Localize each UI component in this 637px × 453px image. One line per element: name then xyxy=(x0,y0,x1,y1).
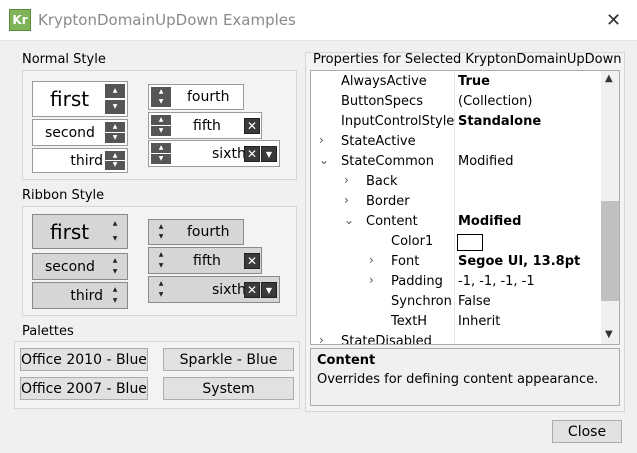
updown-value: second xyxy=(45,124,95,141)
property-grid[interactable]: AlwaysActive True ButtonSpecs (Collection)… xyxy=(310,70,620,345)
up-arrow-icon[interactable]: ▲ xyxy=(151,279,171,289)
ribbon-updown-fourth[interactable]: ▲ ▼ fourth xyxy=(148,219,244,245)
down-arrow-icon[interactable]: ▼ xyxy=(151,125,171,136)
description-text: Overrides for defining content appearanc… xyxy=(317,372,599,387)
ribbon-updown-sixth[interactable]: ▲ ▼ sixth ✕ ▼ xyxy=(148,276,280,303)
palette-office2010-button[interactable]: Office 2010 - Blue xyxy=(20,348,148,371)
property-row[interactable]: › Font Segoe UI, 13.8pt xyxy=(311,252,603,272)
down-arrow-icon[interactable]: ▼ xyxy=(105,232,125,246)
properties-label: Properties for Selected KryptonDomainUpD… xyxy=(313,52,622,67)
clear-icon[interactable]: ✕ xyxy=(244,282,260,298)
palette-system-button[interactable]: System xyxy=(163,377,294,400)
color-swatch[interactable] xyxy=(457,234,483,251)
ribbon-updown-second[interactable]: second ▲ ▼ xyxy=(32,253,128,280)
dropdown-icon[interactable]: ▼ xyxy=(261,146,277,162)
property-row[interactable]: ⌄ Content Modified xyxy=(311,212,603,232)
property-row[interactable]: Synchroni False xyxy=(311,292,603,312)
up-arrow-icon[interactable]: ▲ xyxy=(105,217,125,231)
down-arrow-icon[interactable]: ▼ xyxy=(151,290,171,300)
up-arrow-icon[interactable]: ▲ xyxy=(105,84,125,99)
up-arrow-icon[interactable]: ▲ xyxy=(105,256,125,266)
ribbon-updown-fifth[interactable]: ▲ ▼ fifth ✕ xyxy=(148,247,262,274)
scrollbar-thumb[interactable] xyxy=(601,201,619,301)
property-row[interactable]: Color1 xyxy=(311,232,603,252)
down-arrow-icon[interactable]: ▼ xyxy=(105,267,125,277)
updown-value: fifth xyxy=(193,252,221,269)
up-arrow-icon[interactable]: ▲ xyxy=(105,122,125,133)
property-row[interactable]: › StateDisabled xyxy=(311,332,603,344)
down-arrow-icon[interactable]: ▼ xyxy=(105,99,125,114)
down-arrow-icon[interactable]: ▼ xyxy=(151,232,171,242)
scroll-up-icon[interactable]: ▲ xyxy=(605,73,613,84)
up-arrow-icon[interactable]: ▲ xyxy=(105,285,125,295)
down-arrow-icon[interactable]: ▼ xyxy=(151,153,171,164)
chevron-right-icon[interactable]: › xyxy=(344,173,349,187)
up-arrow-icon[interactable]: ▲ xyxy=(151,87,171,97)
normal-style-label: Normal Style xyxy=(22,52,106,67)
close-button[interactable]: Close xyxy=(552,420,622,443)
clear-icon[interactable]: ✕ xyxy=(244,253,260,269)
property-row[interactable]: ⌄ StateCommon Modified xyxy=(311,152,603,172)
chevron-right-icon[interactable]: › xyxy=(319,133,324,147)
updown-value: third xyxy=(70,152,103,169)
close-icon[interactable]: ✕ xyxy=(606,10,621,31)
property-row[interactable]: ButtonSpecs (Collection) xyxy=(311,92,603,112)
normal-updown-fourth[interactable]: ▲ ▼ fourth xyxy=(148,84,244,110)
scroll-down-icon[interactable]: ▼ xyxy=(605,329,613,340)
palette-sparkle-button[interactable]: Sparkle - Blue xyxy=(163,348,294,371)
up-arrow-icon[interactable]: ▲ xyxy=(105,151,125,161)
ribbon-updown-third[interactable]: third ▲ ▼ xyxy=(32,282,128,309)
property-row[interactable]: InputControlStyle Standalone xyxy=(311,112,603,132)
description-title: Content xyxy=(317,353,376,368)
up-arrow-icon[interactable]: ▲ xyxy=(151,115,171,126)
down-arrow-icon[interactable]: ▼ xyxy=(105,132,125,143)
normal-updown-second[interactable]: second ▲ ▼ xyxy=(32,119,128,146)
normal-updown-fifth[interactable]: ▲ ▼ fifth ✕ xyxy=(148,112,262,139)
chevron-right-icon[interactable]: › xyxy=(344,193,349,207)
property-row[interactable]: TextH Inherit xyxy=(311,312,603,332)
updown-value: fourth xyxy=(187,224,230,240)
down-arrow-icon[interactable]: ▼ xyxy=(151,261,171,271)
clear-icon[interactable]: ✕ xyxy=(244,146,260,162)
updown-value: second xyxy=(45,258,95,275)
chevron-down-icon[interactable]: ⌄ xyxy=(344,213,354,227)
updown-value: fourth xyxy=(187,89,230,105)
down-arrow-icon[interactable]: ▼ xyxy=(105,160,125,170)
dropdown-icon[interactable]: ▼ xyxy=(261,282,277,298)
property-row[interactable]: › Border xyxy=(311,192,603,212)
normal-updown-third[interactable]: third ▲ ▼ xyxy=(32,148,128,173)
normal-updown-sixth[interactable]: ▲ ▼ sixth ✕ ▼ xyxy=(148,140,280,167)
app-icon: Kr xyxy=(9,9,31,31)
clear-icon[interactable]: ✕ xyxy=(244,118,260,134)
updown-value: first xyxy=(50,87,90,111)
up-arrow-icon[interactable]: ▲ xyxy=(151,222,171,232)
down-arrow-icon[interactable]: ▼ xyxy=(151,97,171,107)
chevron-down-icon[interactable]: ⌄ xyxy=(319,153,329,167)
updown-value: sixth xyxy=(212,281,246,298)
down-arrow-icon[interactable]: ▼ xyxy=(105,296,125,306)
ribbon-updown-first[interactable]: first ▲ ▼ xyxy=(32,214,128,249)
updown-value: third xyxy=(70,287,103,304)
chevron-right-icon[interactable]: › xyxy=(319,333,324,344)
updown-value: sixth xyxy=(212,145,246,162)
normal-updown-first[interactable]: first ▲ ▼ xyxy=(32,81,128,117)
up-arrow-icon[interactable]: ▲ xyxy=(151,250,171,260)
property-row[interactable]: › StateActive xyxy=(311,132,603,152)
chevron-right-icon[interactable]: › xyxy=(369,273,374,287)
property-row[interactable]: › Padding -1, -1, -1, -1 xyxy=(311,272,603,292)
palettes-label: Palettes xyxy=(22,324,74,339)
up-arrow-icon[interactable]: ▲ xyxy=(151,143,171,154)
palette-office2007-button[interactable]: Office 2007 - Blue xyxy=(20,377,148,400)
property-row[interactable]: › Back xyxy=(311,172,603,192)
description-panel: Content Overrides for defining content a… xyxy=(310,348,620,406)
updown-value: first xyxy=(50,219,90,244)
window-title: KryptonDomainUpDown Examples xyxy=(38,11,296,29)
updown-value: fifth xyxy=(193,117,221,134)
chevron-right-icon[interactable]: › xyxy=(369,253,374,267)
property-row[interactable]: AlwaysActive True xyxy=(311,72,603,92)
ribbon-style-label: Ribbon Style xyxy=(22,188,105,203)
